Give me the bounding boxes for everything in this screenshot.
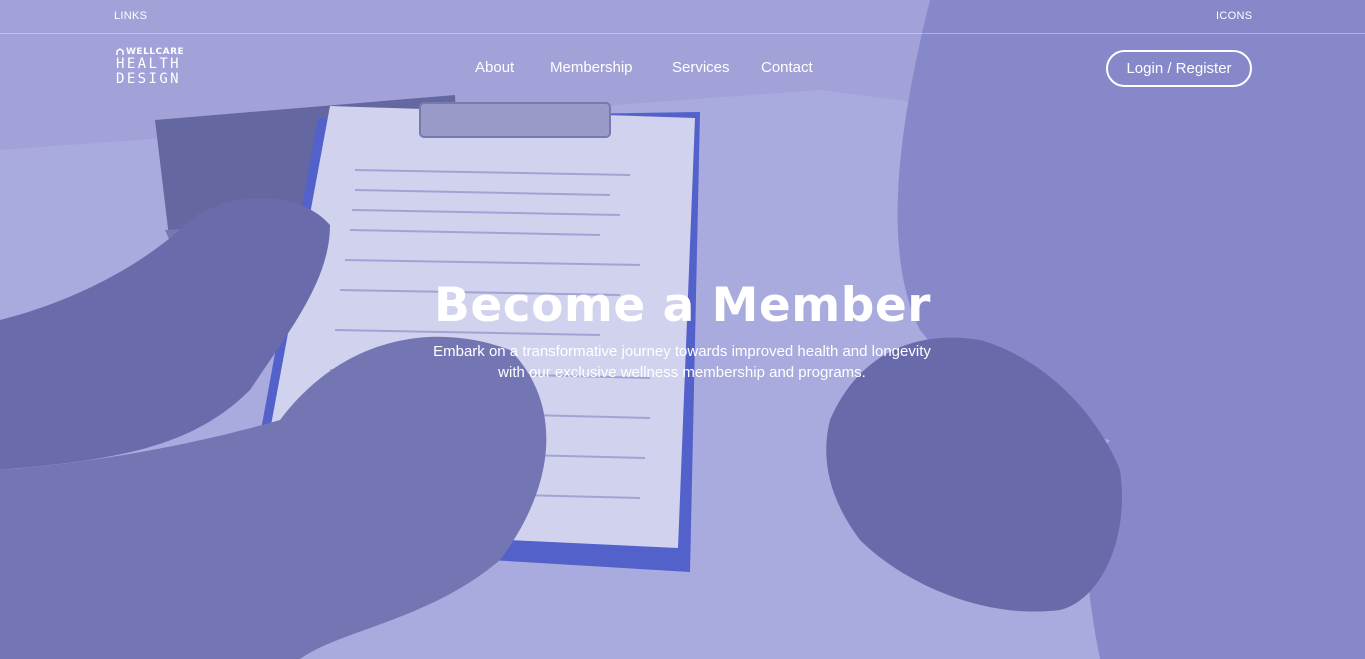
hero-subtitle-line-1: Embark on a transformative journey towar… <box>433 343 931 360</box>
hero-subtitle: Embark on a transformative journey towar… <box>382 341 982 383</box>
hero-subtitle-line-2: with our exclusive wellness membership a… <box>498 364 866 381</box>
logo-wordmark-middle: HEALTH <box>116 56 181 72</box>
nav-link-about[interactable]: About <box>475 59 514 76</box>
logo-mark-icon <box>116 48 124 55</box>
site-logo[interactable]: WELLCARE HEALTH DESIGN <box>116 47 186 89</box>
nav-link-membership[interactable]: Membership <box>550 59 633 76</box>
logo-wordmark-bottom: DESIGN <box>116 71 181 87</box>
hero-title: Become a Member <box>434 278 931 333</box>
utility-icons-label[interactable]: ICONS <box>1216 10 1252 22</box>
nav-link-contact[interactable]: Contact <box>761 59 813 76</box>
utility-links-label[interactable]: LINKS <box>114 10 147 22</box>
utility-bar: LINKS ICONS <box>0 0 1365 34</box>
login-register-button[interactable]: Login / Register <box>1106 50 1252 87</box>
nav-link-services[interactable]: Services <box>672 59 730 76</box>
